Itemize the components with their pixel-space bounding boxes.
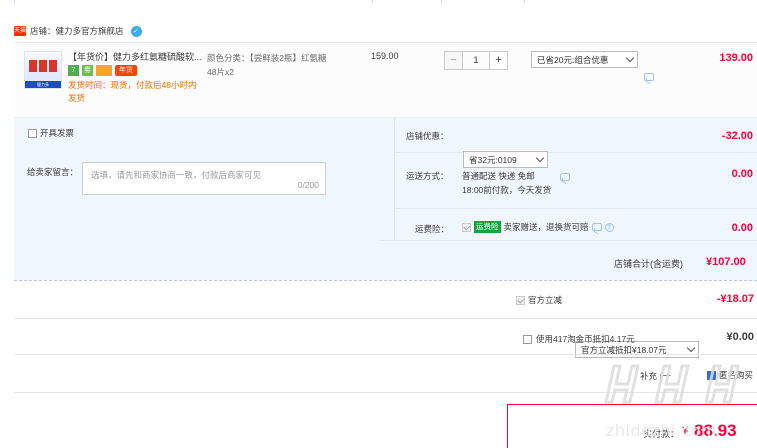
coupon-badge: 劵	[82, 65, 93, 76]
invoice-option[interactable]: 开具发票	[28, 127, 74, 139]
shop-total-label: 店铺合计(含运费)	[614, 259, 683, 269]
freight-insurance-text: 卖家赠送，退换货可赔	[503, 222, 589, 232]
freight-insurance-option: 运费险 卖家赠送，退换货可赔 ?	[462, 221, 614, 233]
shipping-method: 普通配送 快递 免邮	[462, 171, 535, 181]
tmall-shop-icon: 天猫	[14, 26, 27, 36]
chevron-down-icon	[535, 153, 545, 163]
message-placeholder: 选填，请先和商家协商一致，付款后商家可见	[91, 170, 262, 180]
message-textarea[interactable]: 选填，请先和商家协商一致，付款后商家可见 0/200	[82, 162, 326, 195]
instant-discount-option: 官方立减	[516, 294, 562, 306]
item-promo-value: 已省20元:组合优惠	[537, 55, 609, 65]
top-strip	[0, 0, 757, 18]
column-tick	[14, 0, 15, 3]
unit-price: 159.00	[371, 51, 399, 61]
shop-discount-select[interactable]: 省32元:0109	[463, 151, 548, 168]
divider	[14, 318, 757, 319]
shipping-amount: 0.00	[731, 168, 753, 180]
product-thumbnail[interactable]: 健力多	[24, 51, 62, 89]
shop-discount-amount: -32.00	[721, 130, 753, 142]
sku-info: 颜色分类：【尝鲜装2瓶】红氨糖 48片x2	[207, 51, 347, 79]
delivery-time: 发货时间：现货，付款后48小时内发货	[68, 80, 197, 103]
shop-name[interactable]: 店铺：健力多官方旗舰店	[30, 25, 124, 37]
watermark-glyph	[604, 364, 640, 404]
watermark-glyph	[654, 364, 690, 404]
sku-spec: 48片x2	[207, 67, 234, 77]
quantity-input[interactable]: 1	[463, 51, 489, 70]
wangwang-chat-icon[interactable]: ✓	[130, 25, 142, 37]
instant-discount-label: 官方立减	[528, 295, 563, 305]
divider	[380, 240, 757, 241]
item-amount: 139.00	[719, 52, 753, 64]
order-options-panel	[14, 118, 757, 280]
sku-color: 颜色分类：【尝鲜装2瓶】红氨糖	[207, 53, 327, 63]
coins-amount: ¥0.00	[726, 331, 754, 343]
quantity-stepper: − 1 +	[444, 51, 508, 70]
watermark-glyph	[704, 364, 740, 404]
message-label: 给卖家留言：	[27, 167, 79, 177]
product-title[interactable]: 【年货价】健力多红氨糖硫酸软...	[68, 51, 210, 63]
help-icon[interactable]: ?	[604, 222, 614, 232]
coins-checkbox[interactable]	[523, 334, 532, 344]
watermark-logo	[602, 360, 757, 422]
column-tick	[372, 0, 373, 3]
freight-insurance-amount: 0.00	[731, 222, 753, 234]
shop-row: 天猫 店铺：健力多官方旗舰店 ✓	[14, 22, 142, 40]
coins-label: 使用417淘金币抵扣4.17元	[536, 334, 635, 344]
invoice-checkbox[interactable]	[28, 128, 37, 138]
instant-discount-checkbox	[516, 295, 525, 305]
column-tick	[441, 0, 442, 3]
increase-button[interactable]: +	[489, 51, 508, 70]
invoice-label: 开具发票	[40, 128, 75, 138]
seven-day-return-badge: 7	[68, 65, 79, 76]
new-year-badge: 年货	[115, 65, 137, 76]
shipping-info: 普通配送 快递 免邮 18:00前付款，今天发货	[462, 169, 551, 197]
shop-discount-label: 店铺优惠：	[406, 131, 449, 141]
product-badges: 7 劵 年货	[68, 65, 137, 76]
freight-insurance-checkbox	[462, 222, 471, 232]
message-icon[interactable]	[591, 223, 602, 231]
watermark-text: zhidezhi.com	[606, 421, 718, 440]
message-counter: 0/200	[297, 180, 319, 190]
shipping-label: 运送方式：	[406, 171, 449, 181]
decrease-button[interactable]: −	[444, 51, 463, 70]
item-promo-select[interactable]: 已省20元:组合优惠	[531, 51, 638, 68]
chevron-down-icon	[686, 343, 696, 353]
freight-insurance-label: 运费险：	[415, 224, 450, 234]
dashed-divider	[14, 280, 757, 281]
column-tick	[524, 0, 525, 3]
shop-discount-value: 省32元:0109	[469, 155, 517, 165]
coins-option[interactable]: 使用417淘金币抵扣4.17元	[523, 333, 635, 345]
message-icon[interactable]	[644, 73, 654, 81]
chevron-down-icon	[625, 53, 635, 63]
freight-insurance-tag: 运费险	[474, 221, 501, 233]
shipping-time: 18:00前付款，今天发货	[462, 185, 552, 195]
divider	[14, 354, 757, 355]
credit-card-icon	[96, 65, 112, 76]
message-icon[interactable]	[560, 173, 570, 181]
instant-discount-amount: -¥18.07	[716, 293, 754, 305]
shop-total-value: ¥107.00	[706, 256, 746, 268]
